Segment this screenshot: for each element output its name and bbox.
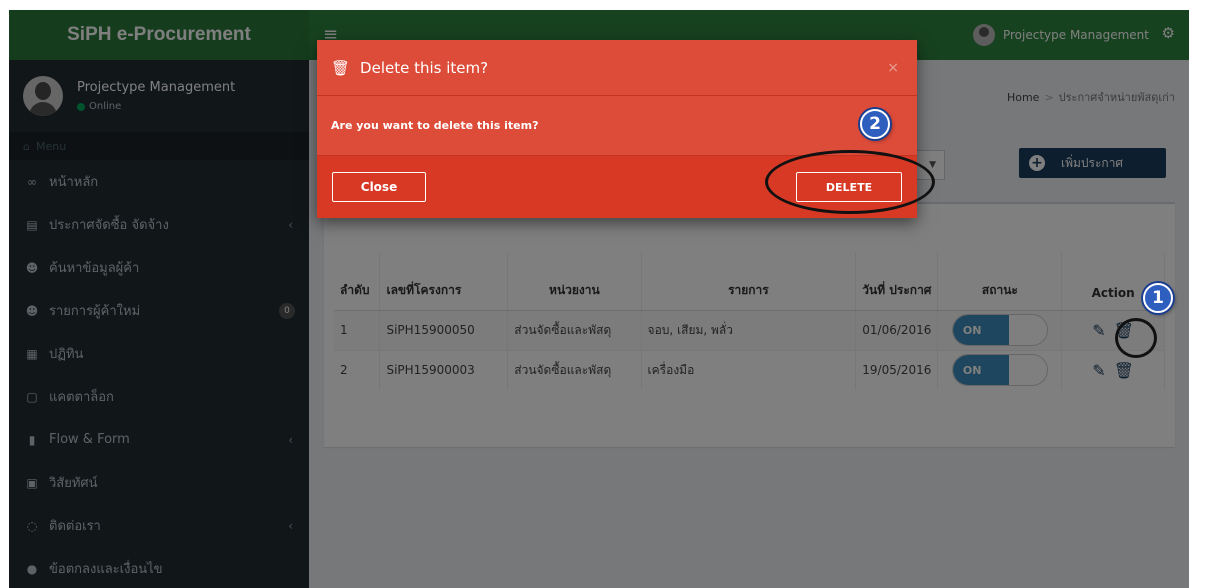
close-icon[interactable]: × bbox=[887, 60, 899, 76]
window-edge bbox=[1189, 10, 1205, 588]
highlight-ring-delete bbox=[765, 150, 935, 214]
modal-header: 🗑 Delete this item? × bbox=[317, 40, 917, 96]
trash-icon: 🗑 bbox=[331, 58, 351, 77]
step-callout-2: 2 bbox=[860, 109, 890, 139]
step-callout-1: 1 bbox=[1143, 283, 1173, 313]
close-button[interactable]: Close bbox=[332, 172, 426, 202]
modal-message: Are you want to delete this item? bbox=[317, 96, 917, 156]
highlight-ring-trash bbox=[1115, 318, 1157, 358]
modal-title: Delete this item? bbox=[360, 58, 489, 77]
app-window: SiPH e-Procurement ≡ Projectype Manageme… bbox=[9, 10, 1189, 588]
